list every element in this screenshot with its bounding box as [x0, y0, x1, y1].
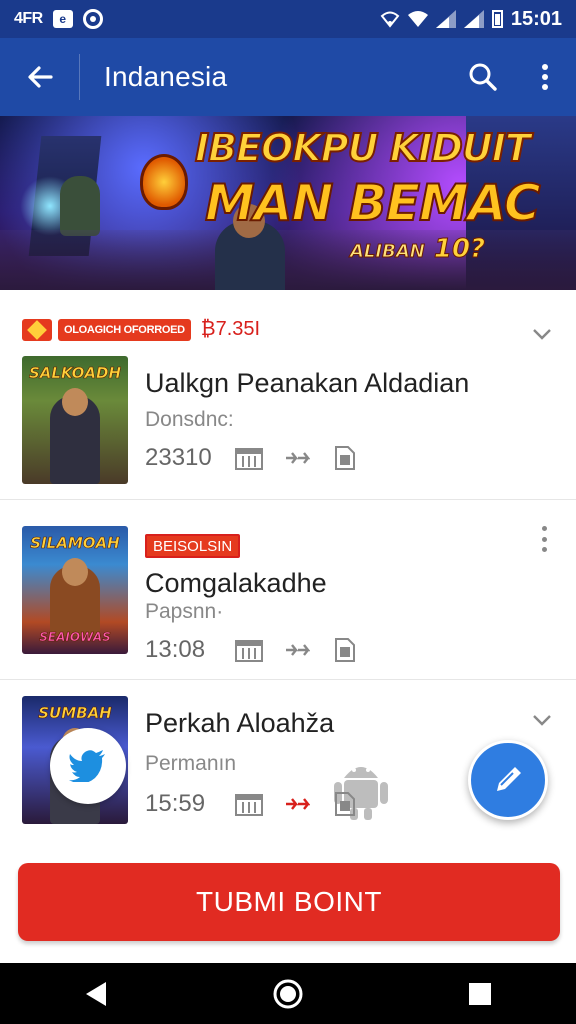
banner-title-line2: MAN BEMAC: [204, 173, 542, 233]
chevron-down-icon[interactable]: [530, 322, 554, 346]
item-title: Comgalakadhe: [145, 568, 327, 598]
thumbnail-title: SALKOADH: [29, 364, 122, 382]
thumbnail-title: SILAMOAH: [30, 534, 120, 552]
price-label: ₿7.35I: [200, 318, 261, 340]
banner-title-line3: ALIBAN 10?: [350, 234, 486, 265]
overflow-menu-button[interactable]: [514, 38, 576, 116]
wifi-icon: [407, 11, 428, 27]
document-icon: [331, 637, 359, 663]
item-subtitle: Papsnn·: [145, 600, 224, 623]
share-arrows-icon: [283, 445, 311, 471]
stat-value: 15:59: [145, 790, 206, 817]
item-stats: 13:08: [145, 636, 379, 664]
thumbnail-subtitle: SEAIOWAS: [39, 630, 111, 644]
bottom-action-area: TUBMI BOINT: [0, 845, 576, 963]
clock: 15:01: [510, 7, 562, 30]
signal-icon: [435, 10, 456, 28]
app-bar: Indanesia: [0, 38, 576, 116]
triangle-back-icon: [86, 981, 106, 1006]
item-stats: 23310: [145, 444, 379, 472]
twitter-share-button[interactable]: [50, 728, 126, 804]
thumbnail-title: SUMBAH: [38, 704, 112, 722]
publisher-tag: OLOAGICH OFORROED: [58, 318, 191, 341]
search-button[interactable]: [452, 38, 514, 116]
arrow-back-icon: [27, 66, 53, 88]
item-subtitle: Donsdnc:: [145, 408, 234, 431]
list-item[interactable]: OLOAGICH OFORROED ₿7.35I SALKOADH Ualkgn…: [0, 290, 576, 500]
nav-home-button[interactable]: [258, 964, 318, 1024]
carrier-text: 4FR: [14, 10, 43, 27]
thumbnail-face-art: [62, 388, 88, 416]
stat-value: 23310: [145, 444, 212, 471]
calendar-icon: [235, 637, 263, 663]
item-title: Ualkgn Peanakan Aldadian: [145, 368, 470, 398]
calendar-icon: [235, 791, 263, 817]
stat-value: 13:08: [145, 636, 206, 663]
battery-icon: [491, 10, 503, 28]
square-recents-icon: [469, 982, 491, 1005]
publisher-logo-icon: [22, 318, 52, 341]
game-thumbnail[interactable]: SALKOADH: [22, 356, 128, 484]
status-bar: 4FR e 15:01: [0, 0, 576, 38]
share-arrows-icon: [283, 637, 311, 663]
share-arrows-icon: [283, 791, 311, 817]
page-title: Indanesia: [104, 61, 228, 92]
android-robot-icon: [334, 767, 388, 820]
pencil-icon: [497, 767, 521, 791]
compose-fab[interactable]: [468, 740, 548, 820]
list-item[interactable]: SILAMOAH SEAIOWAS BEISOLSIN Comgalakadhe…: [0, 500, 576, 680]
game-thumbnail[interactable]: SILAMOAH SEAIOWAS: [22, 526, 128, 654]
calendar-icon: [235, 445, 263, 471]
item-meta-row: OLOAGICH OFORROED ₿7.35I: [22, 318, 260, 341]
nav-back-button[interactable]: [66, 964, 126, 1024]
nav-recents-button[interactable]: [450, 964, 510, 1024]
thumbnail-face-art: [62, 558, 88, 586]
item-subtitle: Permanın: [145, 752, 237, 775]
chevron-down-icon[interactable]: [530, 708, 554, 732]
wifi-calling-icon: [380, 11, 400, 28]
banner-street-art: [0, 230, 576, 290]
status-badge: BEISOLSIN: [145, 534, 241, 558]
promo-banner[interactable]: IBEOKPU KIDUIT MAN BEMAC ALIBAN 10?: [0, 116, 576, 290]
banner-title-line1: IBEOKPU KIDUIT: [194, 125, 532, 171]
primary-action-button[interactable]: TUBMI BOINT: [18, 863, 560, 941]
search-icon: [469, 63, 497, 91]
twitter-bird-icon: [69, 750, 105, 782]
item-title: Perkah Aloahža: [145, 708, 335, 738]
item-more-button[interactable]: [540, 526, 548, 552]
banner-emblem-icon: [140, 154, 188, 210]
app-notification-icon: e: [52, 10, 73, 28]
back-button[interactable]: [0, 54, 80, 100]
document-icon: [331, 445, 359, 471]
sync-notification-icon: [82, 9, 103, 29]
system-nav-bar: [0, 963, 576, 1024]
more-vert-icon: [542, 64, 548, 90]
signal-icon-2: [463, 10, 484, 28]
circle-home-icon: [273, 979, 303, 1008]
banner-character-art: [60, 176, 100, 236]
